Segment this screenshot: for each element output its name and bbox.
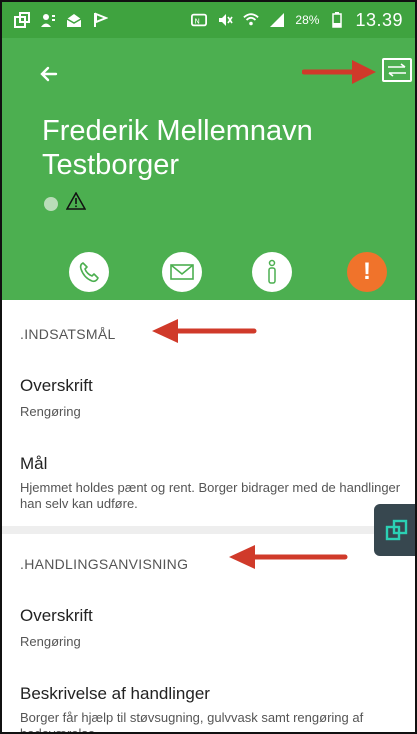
status-bar: N 28% 13.39	[2, 2, 415, 38]
battery-percent: 28%	[295, 13, 320, 27]
wifi-icon	[243, 12, 260, 28]
contact-actions: !	[2, 252, 415, 292]
citizen-status	[44, 191, 87, 215]
switch-window-icon	[385, 519, 407, 541]
warning-icon	[65, 191, 87, 215]
annotation-arrow-indsatsmaal	[152, 319, 257, 343]
alert-icon: !	[363, 258, 371, 285]
field-label-overskrift-2: Overskrift	[20, 606, 93, 625]
citizen-name: Frederik Mellemnavn Testborger	[42, 114, 382, 182]
field-label-beskrivelse: Beskrivelse af handlinger	[20, 684, 210, 703]
field-label-maal: Mål	[20, 454, 48, 473]
citizen-name-line2: Testborger	[42, 149, 180, 181]
field-value-beskrivelse: Borger får hjælp til støvsugning, gulvva…	[20, 710, 364, 734]
field-value-overskrift-2: Rengøring	[20, 634, 81, 649]
alert-button[interactable]: !	[347, 252, 387, 292]
section-heading-handlingsanvisning: .HANDLINGSANVISNING	[20, 556, 189, 572]
section-divider	[2, 526, 415, 534]
mute-icon	[217, 12, 234, 28]
phone-icon	[79, 262, 99, 283]
svg-text:N: N	[195, 17, 200, 26]
plan-details: .INDSATSMÅL Overskrift Rengøring Mål Hje…	[2, 300, 415, 732]
field-label-overskrift-1: Overskrift	[20, 376, 93, 395]
call-button[interactable]	[69, 252, 109, 292]
annotation-arrow-top	[302, 60, 376, 84]
screenshot-icon	[14, 12, 30, 28]
field-value-overskrift-1: Rengøring	[20, 404, 81, 419]
floating-switch-button[interactable]	[374, 504, 415, 556]
info-icon	[268, 259, 276, 284]
info-button[interactable]	[252, 252, 292, 292]
field-value-maal: Hjemmet holdes pænt og rent. Borger bidr…	[20, 480, 401, 511]
clock: 13.39	[355, 9, 403, 30]
annotation-arrow-handlingsanvisning	[229, 545, 348, 569]
citizen-header: Frederik Mellemnavn Testborger !	[2, 38, 415, 300]
flag-icon	[92, 12, 108, 28]
back-button[interactable]	[36, 60, 64, 88]
signal-icon	[269, 12, 285, 28]
swap-arrows-icon	[388, 63, 406, 77]
mail-notification-icon	[66, 12, 82, 28]
battery-icon	[329, 12, 345, 28]
section-heading-indsatsmaal: .INDSATSMÅL	[20, 326, 116, 342]
status-dot-icon	[44, 196, 58, 211]
back-arrow-icon	[40, 66, 58, 82]
switch-view-button[interactable]	[382, 58, 412, 82]
nfc-icon: N	[191, 12, 208, 28]
citizen-name-line1: Frederik Mellemnavn	[42, 115, 313, 147]
email-button[interactable]	[162, 252, 202, 292]
system-icons: N 28% 13.39	[191, 10, 403, 31]
contacts-icon	[40, 12, 56, 28]
notification-icons	[14, 12, 108, 28]
phone-screen: N 28% 13.39 Frederik Mellemnavn Testborg…	[0, 0, 417, 734]
mail-icon	[170, 264, 194, 280]
